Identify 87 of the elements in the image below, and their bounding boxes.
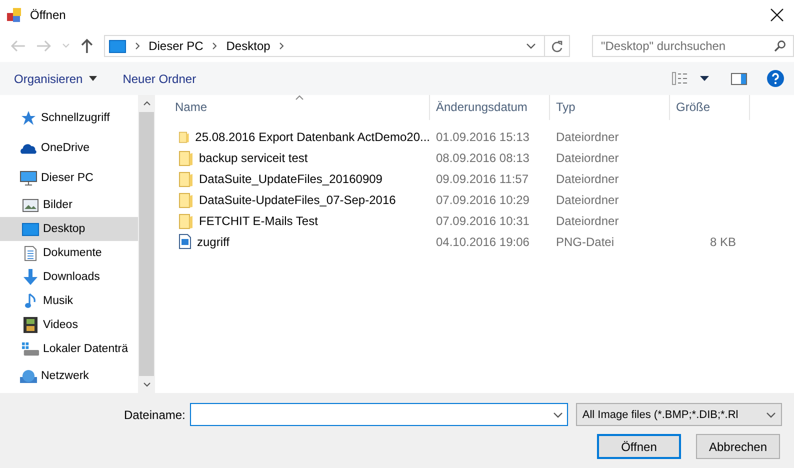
sidebar-item[interactable]: Videos — [0, 313, 138, 337]
date-cell-text: 09.09.2016 11:57 — [435, 172, 530, 186]
picture-icon — [22, 198, 39, 212]
file-row[interactable]: zugriff 04.10.2016 19:06 PNG-Datei 8 KB — [169, 231, 794, 252]
sidebar-item[interactable]: Lokaler Datenträ — [0, 337, 138, 361]
sidebar-item[interactable]: OneDrive — [0, 133, 138, 163]
file-name: FETCHIT E-Mails Test — [199, 214, 318, 228]
file-name: DataSuite-UpdateFiles_07-Sep-2016 — [199, 192, 396, 206]
column-header[interactable]: Größe — [670, 95, 750, 120]
sidebar-item[interactable]: Schnellzugriff — [0, 103, 138, 133]
view-list-icon[interactable] — [672, 72, 688, 85]
file-row[interactable]: DataSuite_UpdateFiles_20160909 09.09.2016 11:57 Dateiordner — [169, 168, 794, 189]
date-cell-text: 01.09.2016 15:13 — [435, 130, 530, 144]
film-strip-icon — [22, 317, 39, 333]
column-header[interactable]: Name — [169, 95, 430, 120]
type-cell-text: Dateiordner — [555, 192, 620, 206]
file-name: 25.08.2016 Export Datenbank ActDemo20... — [195, 130, 430, 144]
type-cell-text: Dateiordner — [555, 130, 620, 144]
sidebar-item[interactable]: Downloads — [0, 265, 138, 289]
dropdown-icon — [766, 412, 776, 418]
dropdown-icon[interactable] — [553, 412, 564, 418]
search-field[interactable]: "Desktop" durchsuchen — [592, 35, 794, 57]
dropdown-icon[interactable] — [526, 43, 536, 49]
type-cell-text: Dateiordner — [555, 172, 620, 186]
folder-icon — [179, 212, 193, 228]
cloud-icon — [20, 142, 37, 154]
address-bar[interactable]: Dieser PC Desktop — [104, 35, 570, 57]
close-icon[interactable] — [770, 8, 784, 22]
file-name: zugriff — [197, 234, 230, 248]
folder-icon — [179, 170, 193, 186]
breadcrumb[interactable]: Desktop — [226, 39, 270, 53]
column-header[interactable]: Typ — [550, 95, 670, 120]
cancel-button[interactable]: Abbrechen — [696, 434, 780, 459]
type-cell-text: Dateiordner — [555, 150, 620, 164]
desktop-icon — [108, 40, 126, 52]
scroll-up-icon[interactable] — [142, 101, 150, 106]
type-cell-text: Dateiordner — [555, 214, 620, 228]
up-arrow-icon[interactable] — [80, 38, 94, 54]
date-cell-text: 08.09.2016 08:13 — [435, 150, 530, 164]
file-row[interactable]: DataSuite-UpdateFiles_07-Sep-2016 07.09.2016 10:29 Dateiordner — [169, 189, 794, 210]
monitor-icon — [20, 170, 37, 186]
desktop-icon — [22, 222, 39, 236]
sidebar-item[interactable]: Bilder — [0, 193, 138, 217]
image-file-icon — [179, 234, 191, 249]
scrollbar[interactable] — [138, 95, 155, 393]
size-cell: 8 KB — [710, 234, 736, 248]
file-type-dropdown[interactable]: All Image files (*.BMP;*.DIB;*.Rl — [576, 403, 782, 426]
folder-icon — [179, 192, 193, 208]
caret-icon — [88, 76, 97, 81]
column-header[interactable]: Änderungsdatum — [430, 95, 550, 120]
scroll-down-icon[interactable] — [142, 382, 150, 387]
search-icon — [774, 40, 786, 52]
folder-icon — [179, 150, 193, 166]
date-cell-text: 07.09.2016 10:31 — [435, 214, 530, 228]
help-icon[interactable] — [767, 70, 784, 87]
date-cell-text: 07.09.2016 10:29 — [435, 192, 530, 206]
sidebar-item[interactable]: Dieser PC — [0, 163, 138, 193]
drive-icon — [22, 342, 39, 356]
date-cell-text: 04.10.2016 19:06 — [435, 234, 530, 248]
caret-icon[interactable] — [700, 76, 709, 81]
type-cell-text: PNG-Datei — [555, 234, 616, 248]
sidebar-item[interactable]: Desktop — [0, 217, 138, 241]
file-name: backup serviceit test — [199, 150, 308, 164]
refresh-icon[interactable] — [551, 40, 563, 52]
file-row[interactable]: FETCHIT E-Mails Test 07.09.2016 10:31 Dateiordner — [169, 210, 794, 231]
globe-icon — [20, 370, 37, 382]
organize-button[interactable]: Organisieren — [8, 70, 89, 88]
sidebar-item[interactable]: Netzwerk — [0, 361, 138, 391]
file-name: DataSuite_UpdateFiles_20160909 — [199, 172, 382, 186]
new-folder-button[interactable]: Neuer Ordner — [116, 70, 202, 88]
file-row[interactable]: backup serviceit test 08.09.2016 08:13 Dateiordner — [169, 147, 794, 168]
app-icon — [6, 7, 22, 23]
sidebar-item[interactable]: Dokumente — [0, 241, 138, 265]
filename-field[interactable] — [190, 403, 568, 426]
filename-label: Dateiname: — [124, 408, 186, 422]
star-icon — [20, 110, 37, 126]
sidebar-item[interactable]: Musik — [0, 289, 138, 313]
chevron-right-icon[interactable] — [134, 42, 140, 50]
document-icon — [22, 246, 39, 260]
chevron-right-icon[interactable] — [212, 42, 218, 50]
download-arrow-icon — [22, 269, 39, 285]
preview-pane-icon[interactable] — [731, 72, 747, 84]
breadcrumb[interactable]: Dieser PC — [148, 39, 204, 53]
open-button[interactable]: Öffnen — [597, 434, 681, 459]
file-row[interactable]: 25.08.2016 Export Datenbank ActDemo20... 01.09.2016 15:13 Dateiordner — [169, 126, 794, 147]
chevron-right-icon[interactable] — [279, 42, 284, 50]
window-title: Öffnen — [30, 8, 66, 22]
